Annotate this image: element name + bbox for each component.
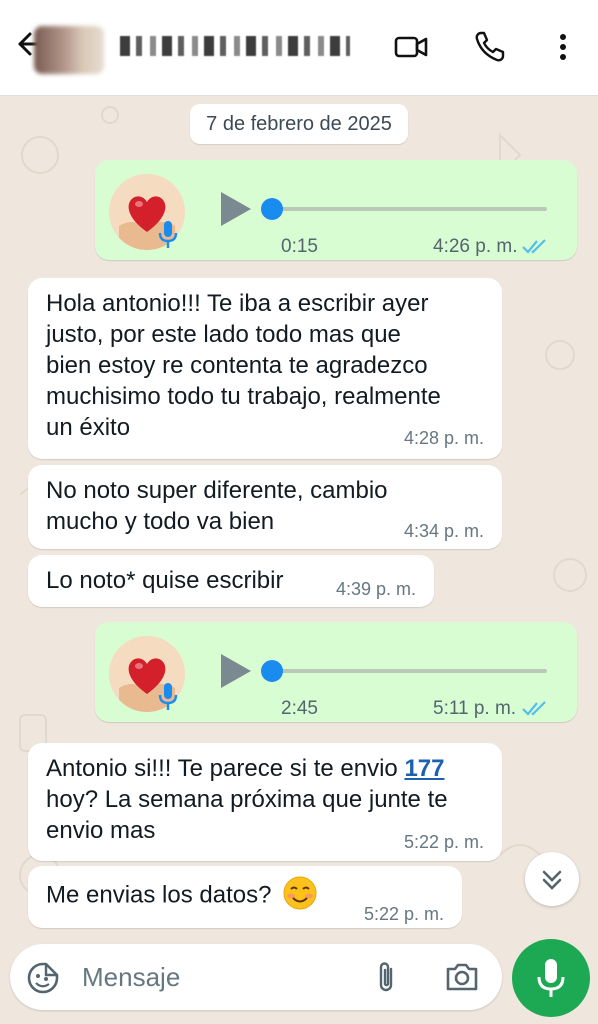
message-time: 5:22 p. m. xyxy=(404,832,485,852)
message-time: 5:22 p. m. xyxy=(364,904,445,924)
audio-seek-knob[interactable] xyxy=(261,198,283,220)
message-time: 4:34 p. m. xyxy=(404,521,485,541)
message-text: No noto super diferente, cambio mucho y … xyxy=(46,477,388,535)
video-call-icon[interactable] xyxy=(394,30,428,64)
incoming-message-bubble[interactable]: Antonio si!!! Te parece si te envio 177 … xyxy=(28,743,502,861)
message-time: 4:28 p. m. xyxy=(404,428,485,448)
message-text: Hola antonio!!! Te iba a escribir ayer j… xyxy=(46,290,441,441)
play-icon[interactable] xyxy=(217,190,253,228)
more-options-icon[interactable] xyxy=(546,30,580,64)
voice-message-bubble[interactable]: 0:15 4:26 p. m. xyxy=(95,160,577,260)
incoming-message-bubble[interactable]: Me envias los datos? 5:22 p. m. xyxy=(28,866,462,928)
read-ticks-icon xyxy=(522,239,546,254)
audio-progress-track[interactable] xyxy=(271,207,547,211)
camera-icon[interactable] xyxy=(444,961,480,993)
read-ticks-icon xyxy=(522,701,546,716)
incoming-message-bubble[interactable]: No noto super diferente, cambio mucho y … xyxy=(28,465,502,549)
microphone-badge-icon xyxy=(158,683,178,710)
phone-number-link[interactable]: 177 xyxy=(404,755,444,782)
contact-name-redacted[interactable] xyxy=(120,36,350,56)
microphone-badge-icon xyxy=(158,221,178,248)
voice-duration: 2:45 xyxy=(281,698,318,719)
message-text: Me envias los datos? xyxy=(46,876,318,914)
phone-icon[interactable] xyxy=(473,30,507,64)
incoming-message-bubble[interactable]: Hola antonio!!! Te iba a escribir ayer j… xyxy=(28,278,502,459)
date-chip: 7 de febrero de 2025 xyxy=(190,104,408,144)
chat-header xyxy=(0,0,598,96)
audio-seek-knob[interactable] xyxy=(261,660,283,682)
message-composer[interactable]: Mensaje xyxy=(10,944,502,1010)
message-text: Lo noto* quise escribir xyxy=(46,567,284,594)
message-text: Antonio si!!! Te parece si te envio 177 … xyxy=(46,755,448,844)
message-time: 4:39 p. m. xyxy=(336,579,417,599)
emoji-sticker-icon[interactable] xyxy=(26,961,60,995)
smiling-face-emoji xyxy=(283,876,317,910)
voice-message-bubble[interactable]: 2:45 5:11 p. m. xyxy=(95,622,577,722)
incoming-message-bubble[interactable]: Lo noto* quise escribir 4:39 p. m. xyxy=(28,555,434,607)
play-icon[interactable] xyxy=(217,652,253,690)
contact-avatar[interactable] xyxy=(34,26,104,74)
audio-progress-track[interactable] xyxy=(271,669,547,673)
record-voice-button[interactable] xyxy=(512,939,590,1017)
chat-area[interactable]: 7 de febrero de 2025 0:15 4:26 p. m. Hol… xyxy=(0,95,598,937)
message-input[interactable]: Mensaje xyxy=(82,962,180,993)
scroll-to-bottom-button[interactable] xyxy=(525,852,579,906)
double-chevron-down-icon xyxy=(542,870,562,890)
message-time: 4:26 p. m. xyxy=(433,236,518,257)
microphone-icon xyxy=(537,959,565,997)
message-time: 5:11 p. m. xyxy=(433,698,517,719)
attach-clip-icon[interactable] xyxy=(372,960,400,996)
voice-duration: 0:15 xyxy=(281,236,318,257)
